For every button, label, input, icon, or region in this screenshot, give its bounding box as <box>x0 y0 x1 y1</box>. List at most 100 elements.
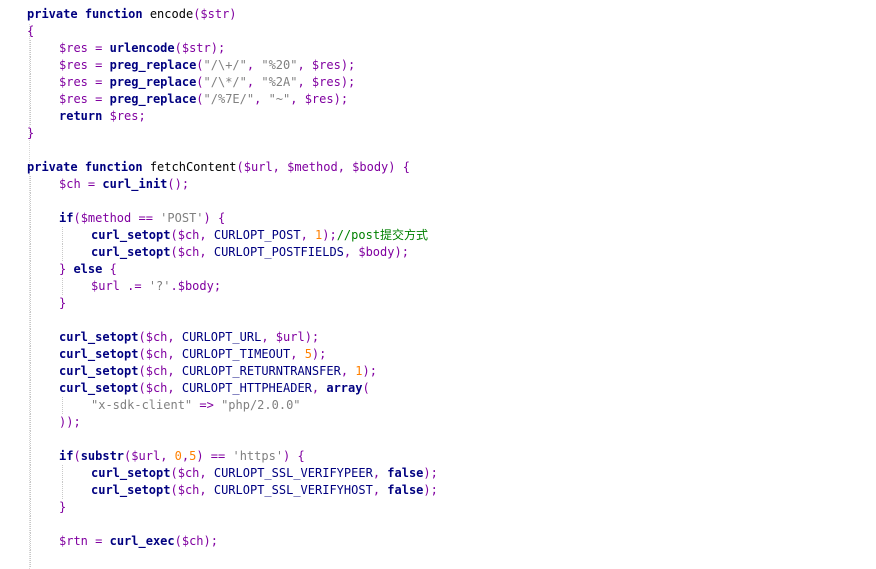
code-token: "%20" <box>261 58 298 72</box>
code-token: , <box>254 92 269 106</box>
code-token: ( <box>170 466 178 480</box>
code-line[interactable]: $rtn = curl_exec($ch); <box>27 533 438 550</box>
code-token: , <box>199 483 214 497</box>
code-line[interactable]: } <box>27 125 438 142</box>
indent-guide <box>59 465 91 482</box>
code-area[interactable]: private function encode($str){$res = url… <box>27 6 438 567</box>
indent-guide <box>59 227 91 244</box>
code-line[interactable]: curl_setopt($ch, CURLOPT_TIMEOUT, 5); <box>27 346 438 363</box>
indent-guide <box>27 499 59 516</box>
code-token: $ch <box>145 330 168 344</box>
code-token: ); <box>423 483 438 497</box>
code-line[interactable]: return $res; <box>27 108 438 125</box>
indent-guide <box>27 465 59 482</box>
code-token: { <box>27 24 35 38</box>
code-token: ); <box>311 347 327 361</box>
indent-guide <box>27 431 59 448</box>
code-token: , <box>199 228 214 242</box>
code-token: ( <box>138 381 146 395</box>
code-line[interactable]: $res = preg_replace("/\*/", "%2A", $res)… <box>27 74 438 91</box>
code-line[interactable]: $res = urlencode($str); <box>27 40 438 57</box>
code-line[interactable] <box>27 193 438 210</box>
code-token: $res <box>109 109 139 123</box>
code-line[interactable]: } <box>27 295 438 312</box>
code-token: $rtn <box>59 534 88 548</box>
code-token: array <box>326 381 363 395</box>
code-token: $body <box>358 245 395 259</box>
code-token: $str <box>181 41 211 55</box>
code-token: $ch <box>145 364 168 378</box>
indent-guide <box>59 278 91 295</box>
code-line[interactable]: $ch = curl_init(); <box>27 176 438 193</box>
code-token: , <box>311 381 327 395</box>
indent-guide <box>27 550 59 567</box>
code-token: , <box>199 245 214 259</box>
code-line[interactable]: $url .= '?'.$body; <box>27 278 438 295</box>
code-line[interactable]: curl_setopt($ch, CURLOPT_HTTPHEADER, arr… <box>27 380 438 397</box>
code-token: preg_replace <box>109 58 197 72</box>
code-token: ); <box>210 41 226 55</box>
code-token: } <box>27 126 35 140</box>
code-line[interactable] <box>27 431 438 448</box>
indent-guide <box>27 414 59 431</box>
indent-guide <box>27 346 59 363</box>
code-token: ( <box>236 160 244 174</box>
code-line[interactable]: private function fetchContent($url, $met… <box>27 159 438 176</box>
code-token: else <box>73 262 103 276</box>
code-token: $ch <box>145 381 168 395</box>
code-token: , <box>340 364 356 378</box>
code-token: ); <box>423 466 438 480</box>
code-line[interactable] <box>27 516 438 533</box>
code-line[interactable]: curl_setopt($ch, CURLOPT_URL, $url); <box>27 329 438 346</box>
code-token: (); <box>167 177 190 191</box>
code-line[interactable] <box>27 142 438 159</box>
code-token: private <box>27 160 78 174</box>
code-editor[interactable]: private function encode($str){$res = url… <box>0 0 876 569</box>
code-line[interactable]: if($method == 'POST') { <box>27 210 438 227</box>
code-token: substr <box>80 449 125 463</box>
code-line[interactable]: curl_setopt($ch, CURLOPT_POSTFIELDS, $bo… <box>27 244 438 261</box>
code-line[interactable]: "x-sdk-client" => "php/2.0.0" <box>27 397 438 414</box>
code-token: CURLOPT_SSL_VERIFYHOST <box>213 483 373 497</box>
code-token: $res <box>59 92 88 106</box>
code-line[interactable]: } <box>27 499 438 516</box>
code-line[interactable]: $res = preg_replace("/\+/", "%20", $res)… <box>27 57 438 74</box>
indent-guide <box>27 108 59 125</box>
code-line[interactable]: $res = preg_replace("/%7E/", "~", $res); <box>27 91 438 108</box>
indent-guide <box>27 397 59 414</box>
code-token: , <box>246 75 262 89</box>
code-token: $ch <box>177 483 200 497</box>
indent-guide <box>27 176 59 193</box>
code-line[interactable]: } else { <box>27 261 438 278</box>
code-line[interactable]: if(substr($url, 0,5) == 'https') { <box>27 448 438 465</box>
indent-guide <box>27 312 59 329</box>
code-line[interactable]: private function encode($str) <box>27 6 438 23</box>
code-token: curl_setopt <box>91 245 171 259</box>
code-token: if <box>59 211 74 225</box>
code-token: = <box>87 92 110 106</box>
code-line[interactable]: curl_setopt($ch, CURLOPT_RETURNTRANSFER,… <box>27 363 438 380</box>
code-line[interactable]: curl_setopt($ch, CURLOPT_SSL_VERIFYPEER,… <box>27 465 438 482</box>
code-line[interactable] <box>27 312 438 329</box>
code-token: CURLOPT_TIMEOUT <box>181 347 291 361</box>
code-token: curl_setopt <box>59 364 139 378</box>
code-line[interactable]: curl_setopt($ch, CURLOPT_SSL_VERIFYHOST,… <box>27 482 438 499</box>
code-token: $res <box>304 92 334 106</box>
code-line[interactable]: )); <box>27 414 438 431</box>
code-token: ); <box>362 364 377 378</box>
code-token: ( <box>73 211 81 225</box>
code-token: CURLOPT_RETURNTRANSFER <box>181 364 341 378</box>
code-token: $res <box>311 58 341 72</box>
code-token: return <box>59 109 103 123</box>
code-line[interactable]: { <box>27 23 438 40</box>
code-token: , <box>343 245 359 259</box>
indent-guide <box>27 482 59 499</box>
code-token: ) { <box>283 449 305 463</box>
code-token: ) { <box>203 211 226 225</box>
code-line[interactable]: curl_setopt($ch, CURLOPT_POST, 1);//post… <box>27 227 438 244</box>
code-token: ); <box>322 228 337 242</box>
code-line[interactable] <box>27 550 438 567</box>
code-token: { <box>102 262 117 276</box>
